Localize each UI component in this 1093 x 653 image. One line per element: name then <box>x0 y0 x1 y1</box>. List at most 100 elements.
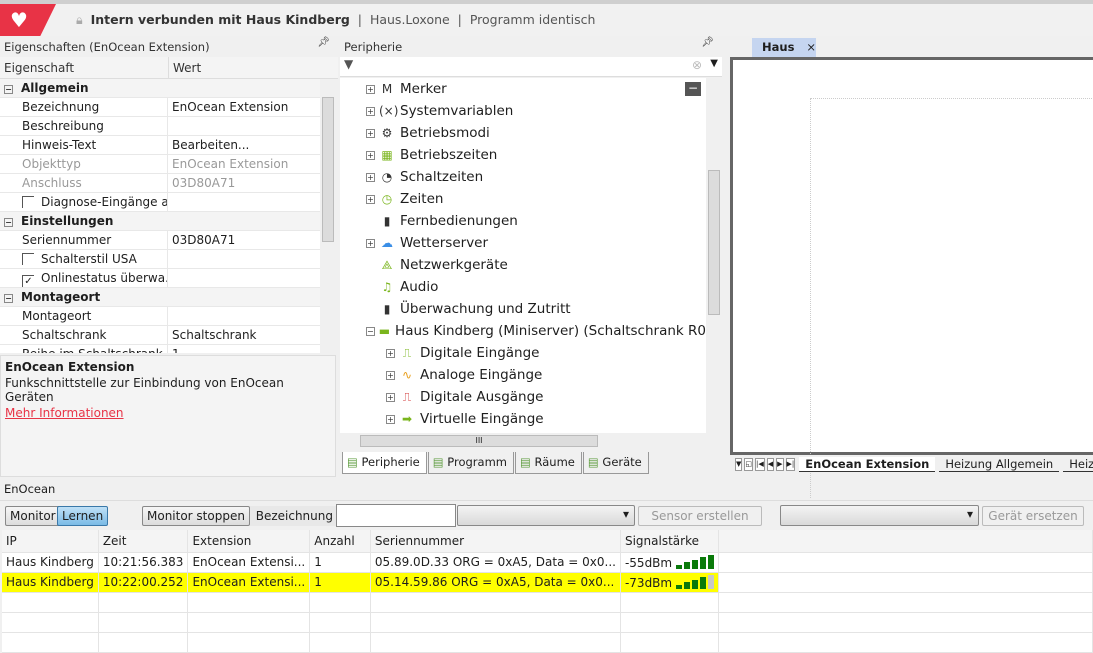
collapse-icon[interactable]: − <box>366 326 375 336</box>
property-row[interactable]: Reihe im Schaltschrank 1 <box>0 345 320 353</box>
last-page-icon[interactable]: ▶| <box>785 457 796 471</box>
pin-icon[interactable]: 📌︎ <box>317 37 330 48</box>
column-header[interactable]: Signalstärke <box>620 530 720 553</box>
expand-icon[interactable]: + <box>366 172 375 182</box>
column-wert[interactable]: Wert <box>168 57 338 79</box>
property-category[interactable]: − Allgemein <box>0 79 320 98</box>
tab-peripherie[interactable]: ▤ Peripherie <box>342 452 427 474</box>
prev-page-icon[interactable]: ◀ <box>766 457 775 471</box>
tab-räume[interactable]: ▤ Räume <box>514 452 582 474</box>
column-header[interactable]: Anzahl <box>309 530 371 553</box>
checkbox[interactable] <box>22 196 34 208</box>
pin-icon[interactable]: 📌︎ <box>701 37 714 48</box>
collapse-all-button[interactable]: − <box>685 82 701 96</box>
sensor-type-select[interactable] <box>457 505 635 526</box>
new-page-icon[interactable]: ◱ <box>744 457 754 471</box>
close-icon[interactable]: × <box>806 40 816 54</box>
property-value[interactable]: Schaltschrank <box>168 326 320 344</box>
collapse-icon[interactable]: − <box>4 218 13 227</box>
property-value[interactable] <box>168 193 320 211</box>
checkbox[interactable]: ✓ <box>22 275 34 287</box>
expand-icon[interactable]: + <box>386 370 395 380</box>
expand-icon[interactable]: + <box>366 84 375 94</box>
collapse-icon[interactable]: − <box>4 85 13 94</box>
dropdown-icon[interactable]: ▼ <box>710 58 718 69</box>
tree-item[interactable]: + (×) Systemvariablen <box>340 100 706 122</box>
table-row[interactable]: Haus Kindberg 10:22:00.252 EnOcean Extensi… <box>2 572 1093 593</box>
collapse-icon[interactable]: − <box>4 294 13 303</box>
page-tab[interactable]: Heizu <box>1063 457 1093 472</box>
bezeichnung-input[interactable] <box>336 504 456 527</box>
tree-item[interactable]: −▮Überwachung und Zutritt <box>340 298 706 320</box>
column-header[interactable]: IP <box>2 530 99 553</box>
vertical-scrollbar[interactable] <box>706 78 722 433</box>
scrollbar[interactable] <box>320 79 336 353</box>
page-tab[interactable]: EnOcean Extension <box>799 456 936 472</box>
property-row[interactable]: Montageort <box>0 307 320 326</box>
sensor-erstellen-button[interactable]: Sensor erstellen <box>638 506 762 526</box>
property-value[interactable]: 1 <box>168 345 320 353</box>
column-header[interactable]: Seriennummer <box>370 530 621 553</box>
monitor-stoppen-button[interactable]: Monitor stoppen <box>142 506 250 526</box>
app-logo[interactable]: ♥ <box>0 4 56 36</box>
monitor-button[interactable]: Monitor <box>5 506 61 526</box>
tab-geräte[interactable]: ▤ Geräte <box>582 452 649 474</box>
property-value[interactable]: EnOcean Extension <box>168 155 320 173</box>
table-row[interactable]: Haus Kindberg 10:21:56.383 EnOcean Extensi… <box>2 552 1093 573</box>
expand-icon[interactable]: + <box>386 392 395 402</box>
tab-programm[interactable]: ▤ Programm <box>427 452 514 474</box>
expand-icon[interactable]: + <box>366 128 375 138</box>
tree-item[interactable]: + M Merker <box>340 78 706 100</box>
property-row[interactable]: Seriennummer 03D80A71 <box>0 231 320 250</box>
filter-input[interactable]: ▼ ⊗ ▼ <box>340 57 722 77</box>
property-value[interactable]: 03D80A71 <box>168 174 320 192</box>
property-category[interactable]: − Montageort <box>0 288 320 307</box>
expand-icon[interactable]: + <box>366 194 375 204</box>
property-row[interactable]: Bezeichnung EnOcean Extension <box>0 98 320 117</box>
property-value[interactable] <box>168 117 320 135</box>
property-row[interactable]: Beschreibung <box>0 117 320 136</box>
expand-icon[interactable]: + <box>366 238 375 248</box>
property-row[interactable]: ✓ Onlinestatus überwa... <box>0 269 320 288</box>
tree-item[interactable]: + ➡ Virtuelle Eingänge <box>340 408 706 430</box>
tree-item[interactable]: −▮Fernbedienungen <box>340 210 706 232</box>
property-value[interactable] <box>168 250 320 268</box>
first-page-icon[interactable]: |◀ <box>755 457 765 471</box>
geraet-ersetzen-button[interactable]: Gerät ersetzen <box>982 506 1084 526</box>
tree-item[interactable]: + ☁ Wetterserver <box>340 232 706 254</box>
property-category[interactable]: − Einstellungen <box>0 212 320 231</box>
horizontal-scrollbar[interactable]: III <box>340 433 706 449</box>
column-header[interactable]: Zeit <box>98 530 189 553</box>
tree-item[interactable]: + ∿ Analoge Eingänge <box>340 364 706 386</box>
tab-haus[interactable]: Haus × <box>752 38 816 57</box>
lernen-button[interactable]: Lernen <box>57 506 109 526</box>
property-row[interactable]: Anschluss 03D80A71 <box>0 174 320 193</box>
tree-item[interactable]: + ⚙ Betriebsmodi <box>340 122 706 144</box>
page-tab[interactable]: Heizung Allgemein <box>939 457 1060 472</box>
property-value[interactable]: 03D80A71 <box>168 231 320 249</box>
expand-icon[interactable]: + <box>386 414 395 424</box>
drawing-canvas[interactable] <box>730 57 1093 498</box>
property-row[interactable]: Hinweis-Text Bearbeiten... <box>0 136 320 155</box>
clear-icon[interactable]: ⊗ <box>692 58 702 72</box>
tree-item[interactable]: + ⎍ Digitale Ausgänge <box>340 386 706 408</box>
device-select[interactable] <box>780 505 979 526</box>
tree-item[interactable]: + ⎍ Digitale Eingänge <box>340 342 706 364</box>
property-row[interactable]: Schaltschrank Schaltschrank <box>0 326 320 345</box>
property-row[interactable]: Schalterstil USA <box>0 250 320 269</box>
tree-item[interactable]: + ◔ Schaltzeiten <box>340 166 706 188</box>
tree-item[interactable]: −⟁Netzwerkgeräte <box>340 254 706 276</box>
property-row[interactable]: Diagnose-Eingänge a... <box>0 193 320 212</box>
more-info-link[interactable]: Mehr Informationen <box>5 406 331 420</box>
property-value[interactable]: EnOcean Extension <box>168 98 320 116</box>
column-eigenschaft[interactable]: Eigenschaft <box>0 57 168 79</box>
tree-item[interactable]: + ▦ Betriebszeiten <box>340 144 706 166</box>
property-value[interactable]: Bearbeiten... <box>168 136 320 154</box>
column-header[interactable]: Extension <box>187 530 311 553</box>
property-value[interactable] <box>168 307 320 325</box>
tree-item[interactable]: − ▬ Haus Kindberg (Miniserver) (Schaltschr… <box>340 320 706 342</box>
expand-icon[interactable]: + <box>386 348 395 358</box>
tree-item[interactable]: + ◷ Zeiten <box>340 188 706 210</box>
tree-item[interactable]: −♫Audio <box>340 276 706 298</box>
property-row[interactable]: Objekttyp EnOcean Extension <box>0 155 320 174</box>
